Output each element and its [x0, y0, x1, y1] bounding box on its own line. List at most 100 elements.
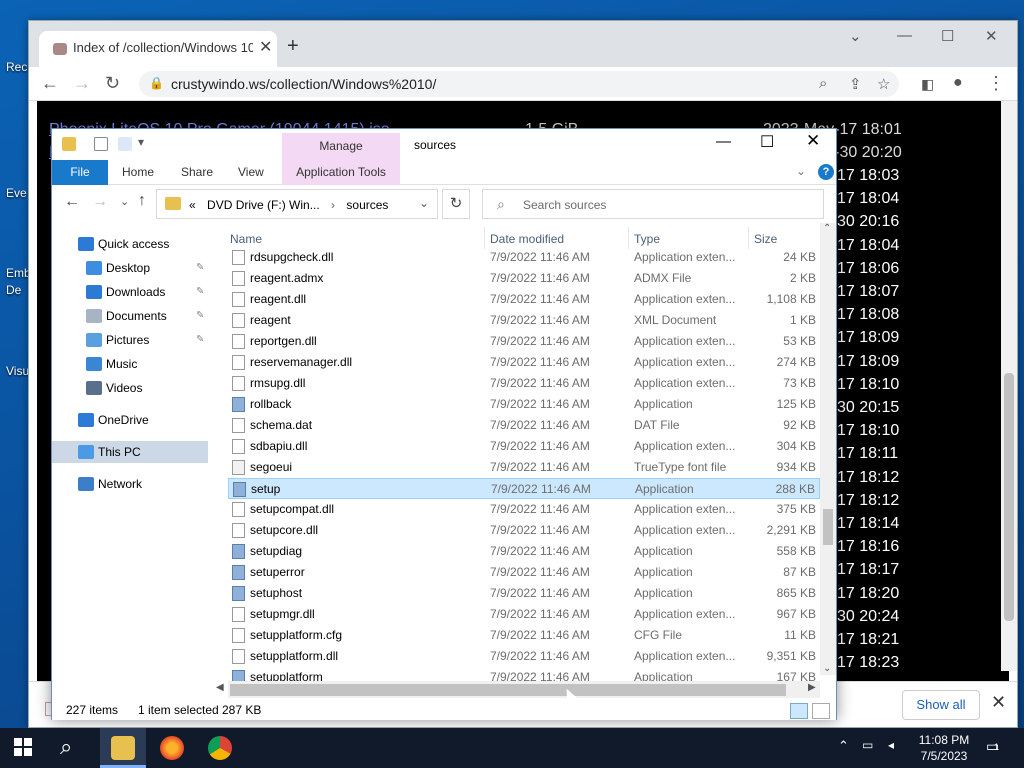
clock[interactable]: 11:08 PM 7/5/2023 — [912, 733, 976, 763]
address-dropdown-icon[interactable]: ⌄ — [419, 196, 429, 210]
firefox-icon[interactable] — [160, 736, 184, 760]
quick-access-dropdown-icon[interactable]: ▾ — [138, 135, 144, 149]
file-row[interactable]: setupmgr.dll 7/9/2022 11:46 AM Application… — [228, 604, 820, 625]
menu-kebab-icon[interactable]: ⋮ — [987, 73, 1005, 94]
search-box[interactable]: ⌕ Search sources — [482, 189, 824, 219]
file-row[interactable]: setupplatform.cfg 7/9/2022 11:46 AM CFG Fi… — [228, 625, 820, 646]
column-size[interactable]: Size — [754, 232, 777, 246]
show-all-button[interactable]: Show all — [902, 690, 980, 720]
horizontal-scroll-thumb[interactable] — [230, 684, 786, 696]
tab-search-icon[interactable]: ⌄ — [849, 27, 862, 45]
file-row[interactable]: reservemanager.dll 7/9/2022 11:46 AM Appli… — [228, 352, 820, 373]
minimize-icon[interactable]: — — [716, 133, 731, 150]
properties-icon[interactable] — [94, 137, 108, 151]
nav-item-documents[interactable]: Documents ✎ — [52, 305, 208, 327]
nav-item-quick-access[interactable]: Quick access — [52, 233, 208, 255]
show-hidden-icons-icon[interactable]: ⌃ — [838, 738, 849, 754]
file-row[interactable]: segoeui 7/9/2022 11:46 AM TrueType font fi… — [228, 457, 820, 478]
file-row[interactable]: setuphost 7/9/2022 11:46 AM Application 865… — [228, 583, 820, 604]
share-icon[interactable]: ⇪ — [849, 75, 862, 93]
search-placeholder[interactable]: Search sources — [523, 198, 606, 212]
close-icon[interactable]: ✕ — [806, 131, 820, 151]
file-row[interactable]: rollback 7/9/2022 11:46 AM Application 125 … — [228, 394, 820, 415]
tab-share[interactable]: Share — [181, 165, 213, 179]
desktop-icon-label[interactable]: Emb — [6, 266, 31, 280]
breadcrumb-drive[interactable]: DVD Drive (F:) Win... — [207, 198, 320, 212]
nav-item-desktop[interactable]: Desktop ✎ — [52, 257, 208, 279]
file-row[interactable]: rdsupgcheck.dll 7/9/2022 11:46 AM Applicat… — [228, 247, 820, 268]
maximize-icon[interactable]: ☐ — [760, 132, 774, 152]
close-download-bar-icon[interactable]: ✕ — [991, 692, 1006, 713]
up-icon[interactable]: ↑ — [138, 192, 146, 210]
start-windows-icon[interactable] — [14, 738, 32, 756]
browser-tab[interactable]: Index of /collection/Windows 10... ✕ — [39, 31, 277, 67]
nav-item-downloads[interactable]: Downloads ✎ — [52, 281, 208, 303]
nav-item-onedrive[interactable]: OneDrive — [52, 409, 208, 431]
column-type[interactable]: Type — [634, 232, 660, 246]
chrome-icon[interactable] — [208, 736, 232, 760]
details-view-icon[interactable] — [790, 703, 808, 719]
scroll-up-icon[interactable]: ⌃ — [823, 223, 831, 234]
search-icon[interactable]: ⌕ — [60, 734, 72, 760]
page-scroll-thumb[interactable] — [1004, 373, 1014, 621]
large-icons-view-icon[interactable] — [812, 703, 830, 719]
file-row[interactable]: reportgen.dll 7/9/2022 11:46 AM Applicatio… — [228, 331, 820, 352]
close-tab-icon[interactable]: ✕ — [259, 37, 272, 57]
minimize-icon[interactable]: — — [897, 27, 912, 44]
nav-item-this-pc[interactable]: This PC — [52, 441, 208, 463]
side-panel-icon[interactable]: ◧ — [921, 76, 934, 93]
file-row[interactable]: reagent.admx 7/9/2022 11:46 AM ADMX File 2 … — [228, 268, 820, 289]
file-list-scrollbar[interactable]: ⌃ ⌄ — [820, 223, 836, 675]
back-icon[interactable]: ← — [41, 73, 59, 94]
new-tab-icon[interactable]: + — [287, 35, 299, 58]
desktop-icon-label[interactable]: Eve — [6, 186, 27, 200]
nav-item-network[interactable]: Network — [52, 473, 208, 495]
file-row[interactable]: setupcore.dll 7/9/2022 11:46 AM Applicatio… — [228, 520, 820, 541]
search-icon[interactable]: ⌕ — [819, 75, 827, 92]
expand-ribbon-icon[interactable]: ⌄ — [796, 164, 806, 178]
bookmark-star-icon[interactable]: ☆ — [877, 75, 890, 93]
reload-icon[interactable]: ↻ — [105, 73, 120, 94]
address-box[interactable]: « DVD Drive (F:) Win... › sources ⌄ — [156, 189, 438, 219]
maximize-icon[interactable]: ☐ — [941, 27, 954, 45]
recent-locations-icon[interactable]: ⌄ — [120, 195, 129, 208]
nav-item-videos[interactable]: Videos — [52, 377, 208, 399]
profile-avatar-icon[interactable]: ● — [953, 74, 963, 92]
manage-tab-label[interactable]: Manage — [282, 133, 400, 160]
lock-icon[interactable]: 🔒 — [149, 76, 164, 90]
file-row[interactable]: schema.dat 7/9/2022 11:46 AM DAT File 92 KB — [228, 415, 820, 436]
file-row[interactable]: rmsupg.dll 7/9/2022 11:46 AM Application e… — [228, 373, 820, 394]
refresh-icon[interactable]: ↻ — [442, 189, 470, 219]
file-row[interactable]: setupplatform.dll 7/9/2022 11:46 AM Applic… — [228, 646, 820, 667]
file-row[interactable]: setupdiag 7/9/2022 11:46 AM Application 558… — [228, 541, 820, 562]
desktop-icon-label[interactable]: Rec — [6, 60, 27, 74]
new-folder-icon[interactable] — [118, 137, 132, 151]
url-text[interactable]: crustywindo.ws/collection/Windows%2010/ — [171, 76, 436, 92]
file-row[interactable]: setupcompat.dll 7/9/2022 11:46 AM Applicat… — [228, 499, 820, 520]
breadcrumb-separator[interactable]: › — [331, 198, 335, 212]
tab-home[interactable]: Home — [122, 165, 154, 179]
file-row[interactable]: sdbapiu.dll 7/9/2022 11:46 AM Application … — [228, 436, 820, 457]
back-icon[interactable]: ← — [64, 193, 80, 211]
scroll-left-icon[interactable]: ◀ — [216, 682, 224, 693]
file-list-scroll-thumb[interactable] — [823, 509, 833, 545]
nav-item-pictures[interactable]: Pictures ✎ — [52, 329, 208, 351]
action-center-icon[interactable]: ▭ 1 — [986, 738, 999, 755]
file-row[interactable]: setuperror 7/9/2022 11:46 AM Application 87… — [228, 562, 820, 583]
column-name[interactable]: Name — [230, 232, 262, 246]
tab-file[interactable]: File — [52, 160, 108, 185]
close-window-icon[interactable]: ✕ — [985, 27, 998, 45]
network-icon[interactable]: ▭ — [862, 738, 873, 752]
forward-icon[interactable]: → — [92, 193, 108, 211]
forward-icon[interactable]: → — [73, 73, 91, 94]
desktop-icon-label[interactable]: De — [6, 283, 21, 297]
taskbar-file-explorer[interactable] — [100, 728, 146, 768]
tab-application-tools[interactable]: Application Tools — [282, 160, 400, 185]
nav-item-music[interactable]: Music — [52, 353, 208, 375]
desktop-icon-label[interactable]: Visu — [6, 364, 29, 378]
file-row[interactable]: reagent.dll 7/9/2022 11:46 AM Application … — [228, 289, 820, 310]
column-date-modified[interactable]: Date modified — [490, 232, 564, 246]
address-bar[interactable]: 🔒 crustywindo.ws/collection/Windows%2010… — [139, 71, 899, 97]
breadcrumb-overflow[interactable]: « — [189, 198, 196, 212]
scroll-down-icon[interactable]: ⌄ — [823, 663, 831, 674]
